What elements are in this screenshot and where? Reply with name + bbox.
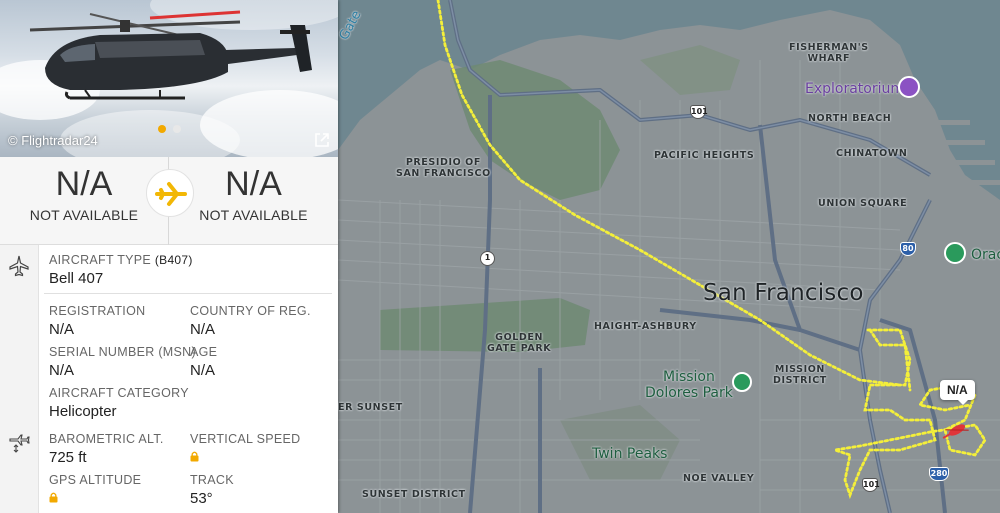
age-label: AGE — [190, 345, 218, 359]
aircraft-type-field: AIRCRAFT TYPE (B407) Bell 407 — [49, 253, 193, 287]
origin[interactable]: N/A NOT AVAILABLE — [0, 157, 169, 245]
track-value: 53° — [190, 490, 213, 507]
country-value: N/A — [190, 321, 216, 338]
registration-label: REGISTRATION — [49, 304, 146, 318]
map-label-sunset-district: SUNSET DISTRICT — [362, 489, 466, 500]
lock-icon[interactable] — [49, 492, 58, 503]
category-field: AIRCRAFT CATEGORY Helicopter — [49, 386, 189, 420]
altitude-icon — [9, 434, 30, 453]
map-label-presidio: PRESIDIO OF SAN FRANCISCO — [396, 157, 491, 179]
track-label: TRACK — [190, 473, 234, 487]
airplane-icon — [9, 255, 29, 277]
category-label: AIRCRAFT CATEGORY — [49, 386, 189, 400]
origin-name: NOT AVAILABLE — [29, 207, 139, 223]
age-value: N/A — [190, 362, 216, 379]
aircraft-label-bubble[interactable]: N/A — [940, 380, 975, 405]
aircraft-type-label: AIRCRAFT TYPE — [49, 253, 152, 267]
serial-value: N/A — [49, 362, 75, 379]
country-label: COUNTRY OF REG. — [190, 304, 311, 318]
country-field: COUNTRY OF REG. N/A — [190, 304, 311, 338]
baro-alt-field: BAROMETRIC ALT. 725 ft — [49, 432, 164, 466]
track-field: TRACK 53° — [190, 473, 234, 507]
external-link-icon[interactable] — [314, 132, 330, 148]
registration-field: REGISTRATION N/A — [49, 304, 145, 338]
divider — [44, 293, 332, 294]
map-label-sunset: ER SUNSET — [338, 402, 403, 413]
gps-alt-field: GPS ALTITUDE — [49, 473, 141, 508]
map-label-mission-district: MISSION DISTRICT — [773, 364, 827, 386]
map-label-fishermans-wharf: FISHERMAN'S WHARF — [789, 42, 869, 64]
map-label-exploratorium[interactable]: Exploratorium — [805, 81, 904, 97]
carousel-dot-active[interactable] — [158, 125, 166, 133]
vertical-speed-label: VERTICAL SPEED — [190, 432, 301, 446]
map-label-noe-valley: NOE VALLEY — [683, 473, 755, 484]
registration-value: N/A — [49, 321, 75, 338]
serial-label: SERIAL NUMBER (MSN) — [49, 345, 196, 359]
map-label-twin-peaks: Twin Peaks — [592, 446, 668, 462]
age-field: AGE N/A — [190, 345, 217, 379]
aircraft-type-code: (B407) — [154, 253, 193, 267]
map-label-golden-gate-park: GOLDEN GATE PARK — [487, 332, 552, 354]
aircraft-details: AIRCRAFT TYPE (B407) Bell 407 REGISTRATI… — [0, 245, 338, 513]
map-label-city: San Francisco — [703, 280, 864, 306]
lock-icon[interactable] — [190, 451, 199, 462]
gps-alt-label: GPS ALTITUDE — [49, 473, 142, 487]
vertical-speed-field: VERTICAL SPEED — [190, 432, 301, 467]
map-label-oracle: Orac — [971, 247, 1000, 263]
aircraft-photo[interactable]: © Flightradar24 — [0, 0, 338, 157]
map-label-haight-ashbury: HAIGHT-ASHBURY — [594, 321, 697, 332]
photo-credit[interactable]: © Flightradar24 — [8, 133, 98, 148]
map-label-north-beach: NORTH BEACH — [808, 113, 892, 124]
baro-alt-label: BAROMETRIC ALT. — [49, 432, 164, 446]
museum-icon[interactable] — [898, 76, 920, 98]
stadium-icon[interactable] — [944, 242, 966, 264]
carousel-dot[interactable] — [173, 125, 181, 133]
map-label-union-square: UNION SQUARE — [818, 198, 908, 209]
map-label-mission-dolores: Mission Dolores Park — [645, 369, 733, 401]
highway-shield-1: 1 — [480, 251, 495, 266]
map-label-chinatown: CHINATOWN — [836, 148, 908, 159]
aircraft-info-panel: © Flightradar24 N/A NOT AVAILABLE N/A NO… — [0, 0, 338, 513]
details-icon-rail — [0, 245, 39, 513]
origin-code: N/A — [55, 165, 113, 203]
plane-route-icon — [146, 169, 194, 217]
baro-alt-value: 725 ft — [49, 449, 87, 466]
park-tree-icon[interactable] — [732, 372, 752, 392]
map-label-pacific-heights: PACIFIC HEIGHTS — [654, 150, 755, 161]
serial-field: SERIAL NUMBER (MSN) N/A — [49, 345, 196, 379]
category-value: Helicopter — [49, 403, 117, 420]
route-section: N/A NOT AVAILABLE N/A NOT AVAILABLE — [0, 157, 338, 245]
aircraft-type-value: Bell 407 — [49, 270, 104, 287]
highway-shield-280: 280 — [929, 467, 949, 481]
photo-carousel-dots[interactable] — [158, 125, 181, 133]
